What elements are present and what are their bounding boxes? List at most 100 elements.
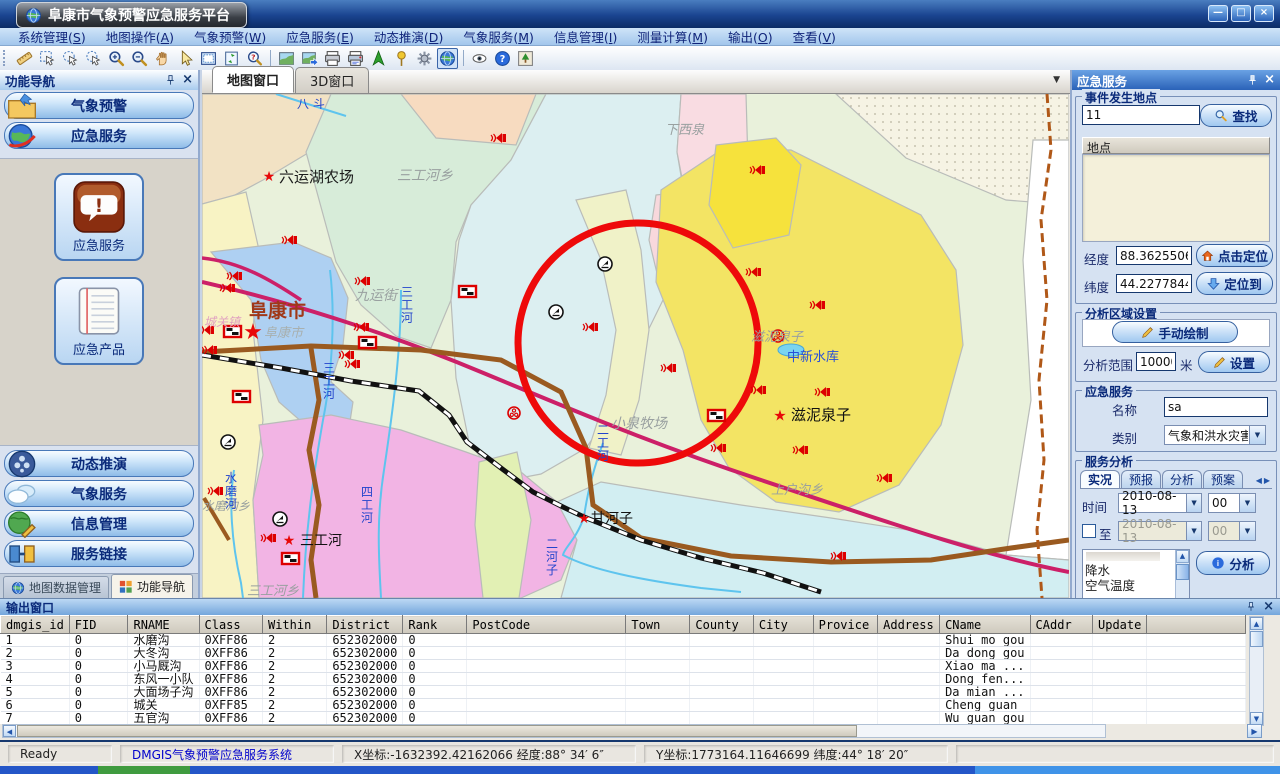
table-row[interactable]: 70五官沟0XFF8626523020000Wu guan gou xyxy=(1,712,1246,725)
pan-tool-icon[interactable] xyxy=(152,48,173,69)
analyze-button[interactable]: 分析 xyxy=(1196,551,1270,575)
column-header[interactable]: County xyxy=(690,616,753,634)
range-input[interactable] xyxy=(1136,352,1176,371)
list-item[interactable]: 降水 xyxy=(1083,563,1189,578)
analysis-tab[interactable]: 分析 xyxy=(1162,470,1202,488)
service-type-select[interactable]: 气象和洪水灾害 ▼ xyxy=(1164,425,1266,445)
export-map-tool-icon[interactable] xyxy=(299,48,320,69)
dropdown-icon[interactable]: ▼ xyxy=(1186,522,1201,540)
close-panel-icon[interactable]: × xyxy=(1263,601,1274,613)
title-bar[interactable]: 阜康市气象预警应急服务平台 — □ × xyxy=(0,0,1280,28)
element-listbox[interactable]: 降水空气温度 ▲ xyxy=(1082,549,1190,598)
panel-tab-squares[interactable]: 功能导航 xyxy=(111,574,193,598)
close-panel-icon[interactable]: × xyxy=(182,74,193,86)
dropdown-icon[interactable]: ▼ xyxy=(1186,494,1201,512)
analysis-tab[interactable]: 预案 xyxy=(1203,470,1243,488)
tab-map-window[interactable]: 地图窗口 xyxy=(212,66,294,93)
locate-to-button[interactable]: 定位到 xyxy=(1196,272,1273,295)
select-free-tool-icon[interactable] xyxy=(60,48,81,69)
minimize-button[interactable]: — xyxy=(1208,5,1228,22)
column-header[interactable]: Class xyxy=(199,616,262,634)
to-checkbox[interactable] xyxy=(1082,524,1096,538)
column-header[interactable]: dmgis_id xyxy=(1,616,70,634)
column-header[interactable]: Town xyxy=(626,616,690,634)
measure-tool-icon[interactable] xyxy=(14,48,35,69)
menu-item[interactable]: 输出(O) xyxy=(718,27,783,46)
column-header[interactable]: CAddr xyxy=(1030,616,1092,634)
toolbar-grip[interactable] xyxy=(3,50,8,66)
menu-item[interactable]: 测量计算(M) xyxy=(627,27,718,46)
nav-group-globe-tools[interactable]: 信息管理 xyxy=(4,510,194,537)
nav-group-weather-warning[interactable]: 气象预警 xyxy=(4,92,194,119)
column-header[interactable]: RNAME xyxy=(128,616,199,634)
table-row[interactable]: 10水磨沟0XFF8626523020000Shui mo gou xyxy=(1,634,1246,647)
dropdown-icon[interactable]: ▼ xyxy=(1239,522,1255,540)
print-tool-icon[interactable] xyxy=(322,48,343,69)
scrollbar-thumb[interactable] xyxy=(17,725,857,737)
select-circle-tool-icon[interactable] xyxy=(83,48,104,69)
pin-icon[interactable] xyxy=(164,74,177,87)
set-range-button[interactable]: 设置 xyxy=(1198,351,1270,373)
vertical-scrollbar[interactable]: ▲ ▼ xyxy=(1249,616,1264,726)
dropdown-icon[interactable]: ▼ xyxy=(1249,426,1265,444)
visibility-tool-icon[interactable] xyxy=(469,48,490,69)
taskbar-start-fragment[interactable] xyxy=(98,766,190,774)
menu-item[interactable]: 动态推演(D) xyxy=(364,27,453,46)
map-canvas[interactable]: ★★★★★八 斗六运湖农场三工河乡下西泉九运街阜康市城关镇阜康市滋泥泉子中新水库… xyxy=(202,94,1069,598)
column-header[interactable]: District xyxy=(327,616,403,634)
menu-item[interactable]: 地图操作(A) xyxy=(96,27,184,46)
menu-item[interactable]: 系统管理(S) xyxy=(8,27,96,46)
table-row[interactable]: 40东风一小队0XFF8626523020000Dong fen... xyxy=(1,673,1246,686)
column-header[interactable]: FID xyxy=(69,616,128,634)
pointer-tool-icon[interactable] xyxy=(175,48,196,69)
list-item[interactable]: 空气温度 xyxy=(1083,578,1189,593)
shortcut-alert-bubble[interactable]: 应急服务 xyxy=(54,173,144,261)
listbox-scrollbar[interactable]: ▲ xyxy=(1175,550,1189,598)
table-row[interactable]: 30小马厩沟0XFF8626523020000Xiao ma ... xyxy=(1,660,1246,673)
nav-group-film-reel[interactable]: 动态推演 xyxy=(4,450,194,477)
scroll-left-icon[interactable]: ◀ xyxy=(3,725,16,737)
nav-group-clouds[interactable]: 气象服务 xyxy=(4,480,194,507)
zoom-out-tool-icon[interactable] xyxy=(129,48,150,69)
search-button[interactable]: 查找 xyxy=(1200,104,1272,127)
analysis-tab[interactable]: 预报 xyxy=(1121,470,1161,488)
map-service-tool-icon[interactable] xyxy=(437,48,458,69)
scrollbar-thumb[interactable] xyxy=(1250,631,1263,647)
menu-item[interactable]: 气象服务(M) xyxy=(453,27,544,46)
place-marker-tool-icon[interactable] xyxy=(391,48,412,69)
menu-item[interactable]: 查看(V) xyxy=(783,27,846,46)
table-row[interactable]: 60城关0XFF8526523020000Cheng guan xyxy=(1,699,1246,712)
tab-scroll-icons[interactable]: ◀▶ xyxy=(1256,476,1272,488)
click-locate-button[interactable]: 点击定位 xyxy=(1196,244,1273,267)
close-button[interactable]: × xyxy=(1254,5,1274,22)
close-panel-icon[interactable]: × xyxy=(1264,74,1275,86)
window-list-dropdown-icon[interactable]: ▼ xyxy=(1053,75,1060,85)
column-header[interactable]: Update xyxy=(1093,616,1147,634)
select-rect-tool-icon[interactable] xyxy=(37,48,58,69)
column-header[interactable]: CName xyxy=(940,616,1030,634)
column-header[interactable]: Provice xyxy=(813,616,878,634)
legend-image-tool-icon[interactable] xyxy=(515,48,536,69)
service-name-input[interactable] xyxy=(1164,397,1268,417)
table-row[interactable]: 20大冬沟0XFF8626523020000Da dong gou xyxy=(1,647,1246,660)
manual-draw-button[interactable]: 手动绘制 xyxy=(1112,321,1238,343)
scroll-up-icon[interactable]: ▲ xyxy=(1176,550,1189,563)
analysis-tab[interactable]: 实况 xyxy=(1080,470,1120,488)
scroll-up-icon[interactable]: ▲ xyxy=(1250,617,1263,630)
column-header[interactable]: Rank xyxy=(403,616,467,634)
latitude-input[interactable] xyxy=(1116,274,1192,293)
menu-item[interactable]: 应急服务(E) xyxy=(276,27,364,46)
horizontal-scrollbar[interactable]: ◀ xyxy=(2,724,1106,738)
panel-tab-globe-small[interactable]: 地图数据管理 xyxy=(3,576,109,598)
place-list[interactable] xyxy=(1082,154,1270,242)
settings-tool-icon[interactable] xyxy=(414,48,435,69)
hour-select[interactable]: 00▼ xyxy=(1208,493,1256,513)
pin-icon[interactable] xyxy=(1245,601,1257,613)
scrollbar-thumb[interactable] xyxy=(1176,564,1189,580)
dropdown-icon[interactable]: ▼ xyxy=(1239,494,1255,512)
tab-3d-window[interactable]: 3D窗口 xyxy=(295,67,369,93)
zoom-in-tool-icon[interactable] xyxy=(106,48,127,69)
column-header[interactable]: Address xyxy=(878,616,940,634)
scroll-right-icon[interactable]: ▶ xyxy=(1247,724,1262,738)
green-pointer-tool-icon[interactable] xyxy=(368,48,389,69)
